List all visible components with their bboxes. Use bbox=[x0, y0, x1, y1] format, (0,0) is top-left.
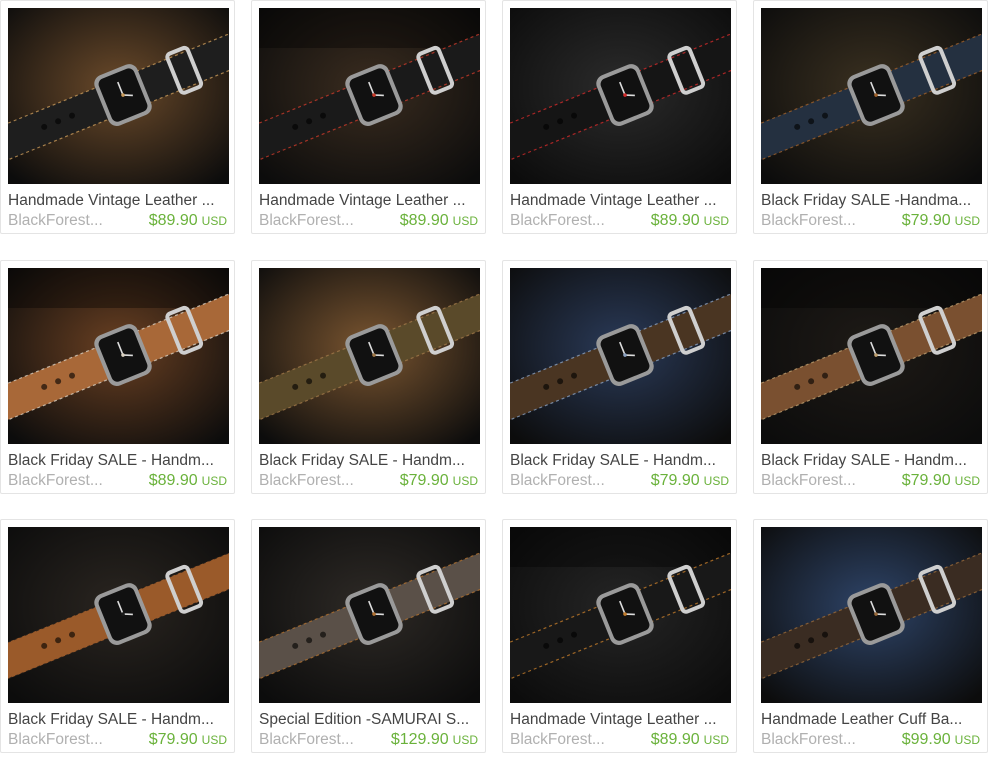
listing-price: $89.90 USD bbox=[651, 730, 729, 750]
listing-title[interactable]: Black Friday SALE - Handm... bbox=[510, 451, 734, 471]
listing-price: $89.90 USD bbox=[149, 211, 227, 231]
price-currency: USD bbox=[452, 474, 478, 488]
price-currency: USD bbox=[703, 474, 729, 488]
listing-price: $79.90 USD bbox=[902, 471, 980, 491]
listing-price: $89.90 USD bbox=[651, 211, 729, 231]
listing-image[interactable] bbox=[259, 527, 480, 703]
shop-name[interactable]: BlackForest... bbox=[8, 471, 118, 491]
listing-image[interactable] bbox=[761, 527, 982, 703]
listing-title[interactable]: Handmade Vintage Leather ... bbox=[8, 191, 232, 211]
price-amount: $79.90 bbox=[901, 472, 951, 489]
shop-name[interactable]: BlackForest... bbox=[761, 471, 871, 491]
shop-name[interactable]: BlackForest... bbox=[761, 211, 871, 231]
price-currency: USD bbox=[452, 733, 478, 747]
price-currency: USD bbox=[954, 214, 980, 228]
listing-price: $99.90 USD bbox=[902, 730, 980, 750]
shop-name[interactable]: BlackForest... bbox=[259, 471, 369, 491]
price-amount: $79.90 bbox=[901, 212, 951, 229]
listing-card[interactable]: Special Edition -SAMURAI S... BlackFores… bbox=[251, 519, 486, 753]
shop-name[interactable]: BlackForest... bbox=[8, 211, 118, 231]
shop-name[interactable]: BlackForest... bbox=[259, 211, 369, 231]
price-amount: $89.90 bbox=[148, 472, 198, 489]
listing-image[interactable] bbox=[259, 268, 480, 444]
listing-card[interactable]: Handmade Vintage Leather ... BlackForest… bbox=[502, 519, 737, 753]
listing-card[interactable]: Black Friday SALE -Handma... BlackForest… bbox=[753, 0, 988, 234]
listing-title[interactable]: Handmade Leather Cuff Ba... bbox=[761, 710, 985, 730]
listing-image[interactable] bbox=[259, 8, 480, 184]
price-currency: USD bbox=[201, 733, 227, 747]
price-currency: USD bbox=[954, 733, 980, 747]
listing-image[interactable] bbox=[761, 8, 982, 184]
shop-name[interactable]: BlackForest... bbox=[259, 730, 369, 750]
listing-title[interactable]: Handmade Vintage Leather ... bbox=[510, 191, 734, 211]
price-amount: $79.90 bbox=[650, 472, 700, 489]
price-amount: $89.90 bbox=[399, 212, 449, 229]
listing-title[interactable]: Black Friday SALE - Handm... bbox=[761, 451, 985, 471]
listing-image[interactable] bbox=[8, 527, 229, 703]
listing-card[interactable]: Handmade Vintage Leather ... BlackForest… bbox=[0, 0, 235, 234]
listing-title[interactable]: Black Friday SALE - Handm... bbox=[8, 710, 232, 730]
price-currency: USD bbox=[452, 214, 478, 228]
listing-price: $79.90 USD bbox=[400, 471, 478, 491]
shop-name[interactable]: BlackForest... bbox=[8, 730, 118, 750]
listing-card[interactable]: Black Friday SALE - Handm... BlackForest… bbox=[753, 260, 988, 494]
listing-card[interactable]: Handmade Vintage Leather ... BlackForest… bbox=[251, 0, 486, 234]
price-amount: $99.90 bbox=[901, 731, 951, 748]
listing-price: $79.90 USD bbox=[902, 211, 980, 231]
listing-title[interactable]: Black Friday SALE -Handma... bbox=[761, 191, 985, 211]
price-currency: USD bbox=[201, 474, 227, 488]
price-amount: $89.90 bbox=[650, 212, 700, 229]
shop-name[interactable]: BlackForest... bbox=[761, 730, 871, 750]
listing-image[interactable] bbox=[510, 527, 731, 703]
listing-grid: Handmade Vintage Leather ... BlackForest… bbox=[0, 0, 1000, 762]
listing-card[interactable]: Black Friday SALE - Handm... BlackForest… bbox=[0, 519, 235, 753]
price-amount: $79.90 bbox=[148, 731, 198, 748]
shop-name[interactable]: BlackForest... bbox=[510, 211, 620, 231]
listing-price: $89.90 USD bbox=[149, 471, 227, 491]
listing-title[interactable]: Handmade Vintage Leather ... bbox=[259, 191, 483, 211]
price-amount: $89.90 bbox=[650, 731, 700, 748]
listing-card[interactable]: Black Friday SALE - Handm... BlackForest… bbox=[251, 260, 486, 494]
listing-image[interactable] bbox=[8, 268, 229, 444]
price-currency: USD bbox=[201, 214, 227, 228]
listing-card[interactable]: Black Friday SALE - Handm... BlackForest… bbox=[0, 260, 235, 494]
listing-title[interactable]: Special Edition -SAMURAI S... bbox=[259, 710, 483, 730]
listing-card[interactable]: Handmade Leather Cuff Ba... BlackForest.… bbox=[753, 519, 988, 753]
listing-image[interactable] bbox=[8, 8, 229, 184]
shop-name[interactable]: BlackForest... bbox=[510, 730, 620, 750]
price-amount: $89.90 bbox=[148, 212, 198, 229]
price-currency: USD bbox=[954, 474, 980, 488]
price-currency: USD bbox=[703, 733, 729, 747]
shop-name[interactable]: BlackForest... bbox=[510, 471, 620, 491]
listing-image[interactable] bbox=[510, 8, 731, 184]
listing-price: $79.90 USD bbox=[651, 471, 729, 491]
listing-price: $89.90 USD bbox=[400, 211, 478, 231]
listing-price: $129.90 USD bbox=[391, 730, 478, 750]
price-amount: $79.90 bbox=[399, 472, 449, 489]
listing-title[interactable]: Handmade Vintage Leather ... bbox=[510, 710, 734, 730]
price-amount: $129.90 bbox=[390, 731, 449, 748]
listing-card[interactable]: Handmade Vintage Leather ... BlackForest… bbox=[502, 0, 737, 234]
listing-price: $79.90 USD bbox=[149, 730, 227, 750]
listing-title[interactable]: Black Friday SALE - Handm... bbox=[259, 451, 483, 471]
listing-title[interactable]: Black Friday SALE - Handm... bbox=[8, 451, 232, 471]
listing-image[interactable] bbox=[510, 268, 731, 444]
listing-card[interactable]: Black Friday SALE - Handm... BlackForest… bbox=[502, 260, 737, 494]
price-currency: USD bbox=[703, 214, 729, 228]
listing-image[interactable] bbox=[761, 268, 982, 444]
